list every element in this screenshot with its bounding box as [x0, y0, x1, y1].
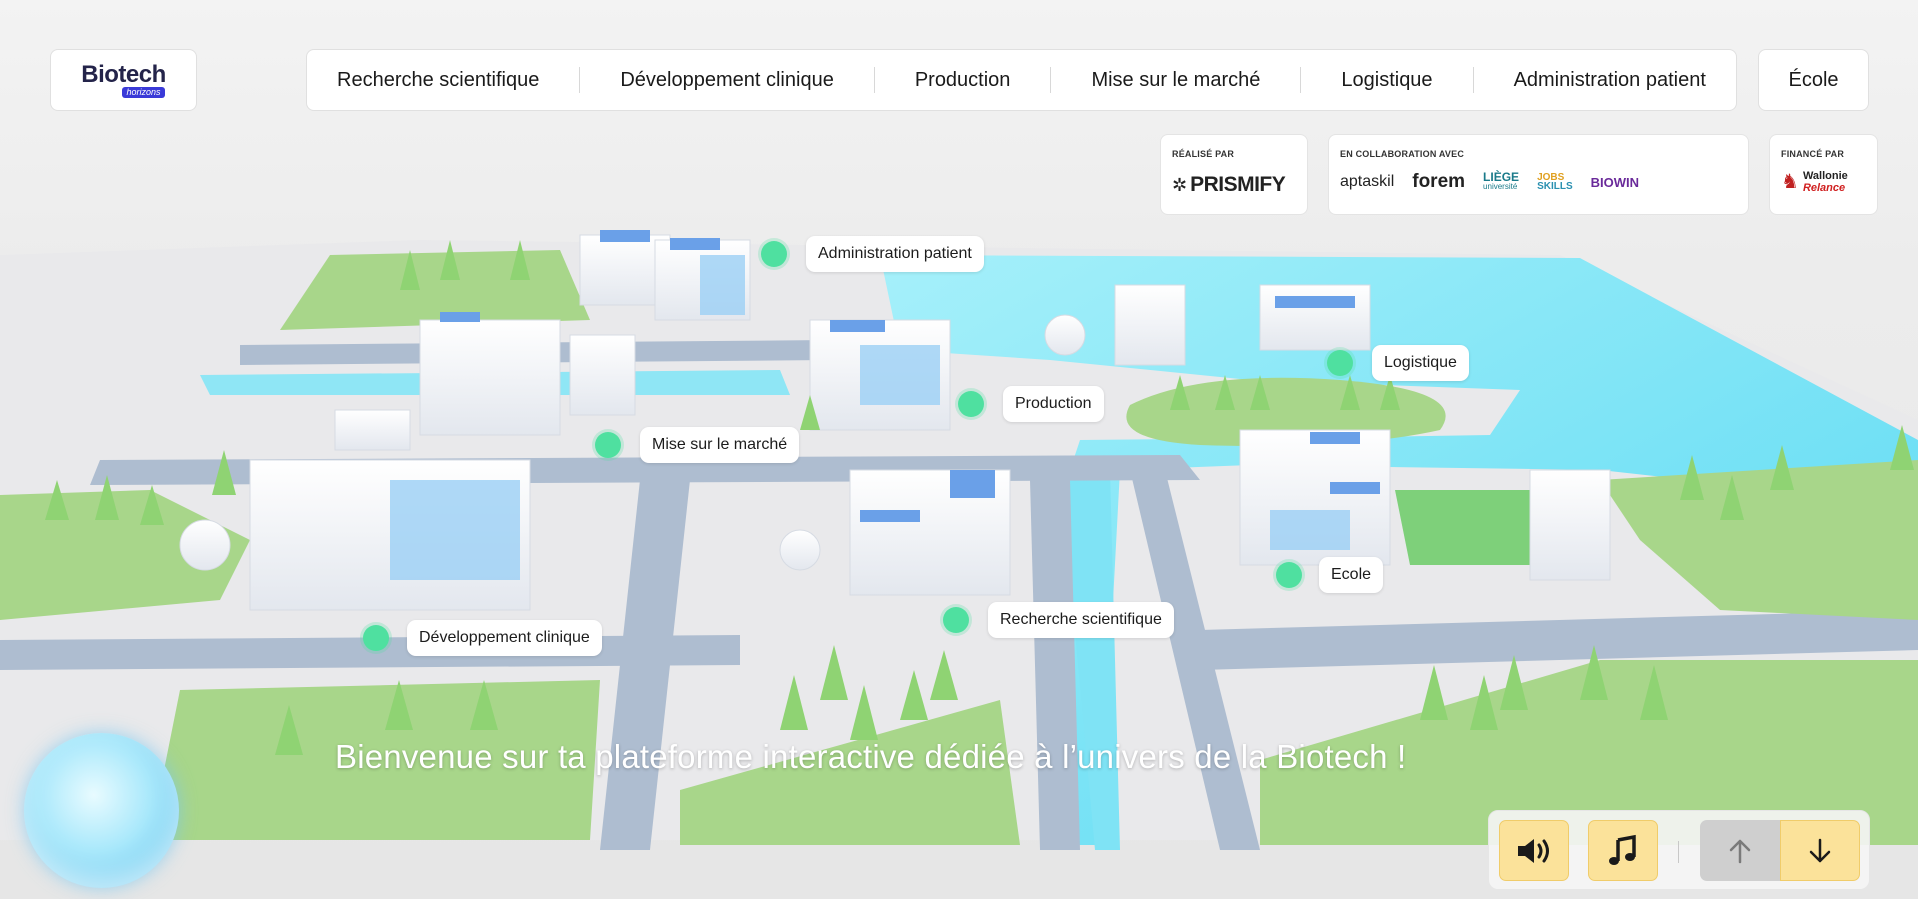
universite-logo-text: université: [1483, 182, 1518, 191]
main-nav: Recherche scientifique Développement cli…: [306, 49, 1737, 111]
biotech-logo[interactable]: Biotech horizons: [50, 49, 197, 111]
nav-developpement-clinique[interactable]: Développement clinique: [620, 50, 833, 110]
nav-mise-sur-le-marche[interactable]: Mise sur le marché: [1091, 50, 1260, 110]
collaboration-label: EN COLLABORATION AVEC: [1340, 149, 1465, 159]
nav-recherche-scientifique[interactable]: Recherche scientifique: [337, 50, 539, 110]
biowin-logo: BIOWIN: [1590, 174, 1640, 190]
liege-logo-text: LIÈGE: [1483, 170, 1520, 184]
finance-par-card: FINANCÉ PAR ♞ Wallonie Relance: [1769, 134, 1878, 215]
controls-divider: [1678, 841, 1679, 863]
nav-divider: [873, 67, 875, 93]
realise-par-label: RÉALISÉ PAR: [1172, 149, 1235, 159]
hotspot-production[interactable]: [958, 391, 984, 417]
nav-divider: [579, 67, 581, 93]
hotspot-label-mise-sur-le-marche[interactable]: Mise sur le marché: [640, 427, 800, 463]
prismify-logo-icon: ✲: [1172, 174, 1188, 195]
hotspot-recherche-scientifique[interactable]: [943, 607, 969, 633]
arrow-up-icon: [1729, 839, 1751, 863]
arrow-down-icon: [1809, 838, 1831, 862]
control-panel: [1488, 810, 1870, 890]
skills-logo-text: SKILLS: [1537, 181, 1573, 192]
hotspot-mise-sur-le-marche[interactable]: [595, 432, 621, 458]
finance-par-label: FINANCÉ PAR: [1781, 149, 1845, 159]
logo-title: Biotech: [81, 60, 166, 88]
jobs-skills-logo: JOBS SKILLS: [1537, 173, 1573, 192]
forem-logo: forem: [1412, 171, 1466, 192]
hotspot-administration-patient[interactable]: [761, 241, 787, 267]
hotspot-label-developpement-clinique[interactable]: Développement clinique: [407, 620, 602, 656]
speaker-icon: [1518, 838, 1549, 863]
collaboration-card: EN COLLABORATION AVEC aptaskil forem LIÈ…: [1328, 134, 1749, 215]
nav-divider: [1050, 67, 1052, 93]
hotspot-label-production[interactable]: Production: [1003, 386, 1104, 422]
wallonie-logo-text: Wallonie: [1802, 169, 1848, 182]
hotspot-developpement-clinique[interactable]: [363, 625, 389, 651]
nav-logistique[interactable]: Logistique: [1341, 50, 1432, 110]
aptaskil-logo: aptaskil: [1340, 173, 1395, 190]
nav-ecole-button[interactable]: École: [1758, 49, 1869, 111]
nav-divider: [1300, 67, 1302, 93]
hotspot-label-recherche-scientifique[interactable]: Recherche scientifique: [988, 602, 1174, 638]
welcome-message: Bienvenue sur ta plateforme interactive …: [335, 738, 1407, 775]
hotspot-label-logistique[interactable]: Logistique: [1372, 345, 1469, 381]
nav-production[interactable]: Production: [915, 50, 1011, 110]
relance-logo-text: Relance: [1802, 181, 1846, 194]
music-note-icon: [1609, 834, 1636, 865]
nav-divider: [1472, 67, 1474, 93]
scroll-up-button[interactable]: [1700, 820, 1780, 881]
hotspot-label-administration-patient[interactable]: Administration patient: [806, 236, 984, 272]
hotspot-ecole[interactable]: [1276, 562, 1302, 588]
grass-topleft: [280, 250, 590, 330]
rooster-icon: ♞: [1781, 171, 1799, 193]
assistant-orb[interactable]: [24, 733, 179, 888]
realise-par-card: RÉALISÉ PAR ✲ PRISMIFY: [1160, 134, 1308, 215]
nav-administration-patient[interactable]: Administration patient: [1514, 50, 1706, 110]
scroll-down-button[interactable]: [1780, 820, 1860, 881]
sound-toggle-button[interactable]: [1499, 820, 1569, 881]
liege-universite-logo: LIÈGE université: [1483, 170, 1520, 191]
music-toggle-button[interactable]: [1588, 820, 1658, 881]
logo-subtitle: horizons: [122, 86, 165, 98]
sports-field: [1395, 490, 1550, 565]
hotspot-label-ecole[interactable]: Ecole: [1319, 557, 1384, 593]
prismify-logo: PRISMIFY: [1190, 173, 1286, 196]
hotspot-logistique[interactable]: [1327, 350, 1353, 376]
